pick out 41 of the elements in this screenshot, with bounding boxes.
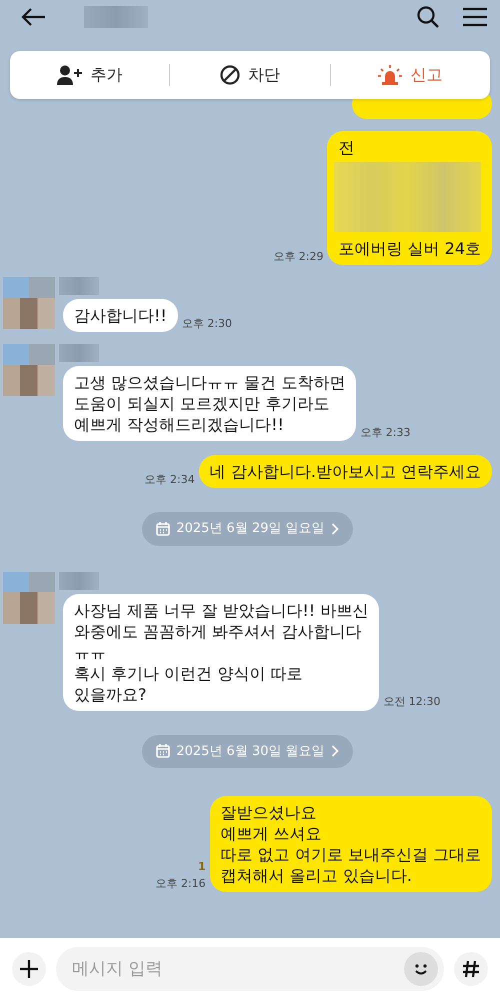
message-time: 오전 12:30	[383, 694, 440, 710]
avatar	[3, 344, 55, 396]
message-bubble: 감사합니다!!	[63, 299, 178, 332]
message-bubble: 사장님 제품 너무 잘 받았습니다!! 바쁘신 와중에도 꼼꼼하게 봐주셔서 감사합니다 ㅠㅠ 혹시 후기나 이런건 양식이 따로 있을까요?	[63, 594, 380, 710]
plus-icon	[20, 960, 38, 978]
menu-icon[interactable]	[462, 7, 488, 27]
message-bubble: 잘받으셨나요 예쁘게 쓰셔요 따로 없고 여기로 보내주신걸 그대로 캡쳐해서 올리고 있습니다.	[210, 796, 492, 892]
hashtag-icon	[462, 960, 480, 978]
message-bubble: 네 감사합니다.받아보시고 연락주세요	[198, 455, 492, 488]
hashtag-button[interactable]	[454, 952, 488, 986]
message-input[interactable]: 메시지 입력	[56, 947, 444, 991]
redacted-name	[84, 6, 148, 28]
message-text: 포에버링 실버 24호	[338, 238, 481, 259]
date-pill[interactable]: 2025년 6월 29일 일요일	[142, 512, 353, 546]
message-text: 전	[338, 137, 356, 158]
message-time: 오후 2:16	[155, 876, 206, 892]
calendar-icon	[156, 522, 170, 536]
message-time: 오후 2:34	[144, 472, 195, 488]
siren-icon	[378, 65, 402, 85]
redacted-name	[59, 572, 99, 590]
message-time: 오후 2:30	[182, 316, 232, 332]
message-time: 오후 2:33	[360, 424, 410, 440]
chevron-icon	[330, 522, 339, 535]
date-pill[interactable]: 2025년 6월 30일 월요일	[142, 734, 353, 768]
avatar	[3, 277, 55, 329]
chevron-icon	[330, 745, 339, 758]
calendar-icon	[156, 744, 170, 758]
unread-count: 1	[198, 859, 206, 875]
action-button[interactable]: 차단	[170, 62, 330, 88]
action-button[interactable]: 신고	[330, 62, 490, 88]
back-icon[interactable]	[20, 7, 46, 27]
redacted-name	[59, 277, 99, 295]
action-button[interactable]: 추가	[10, 62, 170, 88]
add-button[interactable]	[12, 952, 46, 986]
message-bubble: 고생 많으셨습니다ㅠㅠ 물건 도착하면 도움이 되실지 모르겠지만 후기라도 예쁘게 작성해드리겠습니다!!	[63, 366, 356, 441]
message-time: 오후 2:29	[273, 248, 324, 264]
block-icon	[220, 65, 240, 85]
add-friend-icon	[56, 65, 83, 85]
search-icon[interactable]	[416, 5, 440, 29]
avatar	[3, 572, 55, 624]
redacted-name	[59, 344, 99, 362]
